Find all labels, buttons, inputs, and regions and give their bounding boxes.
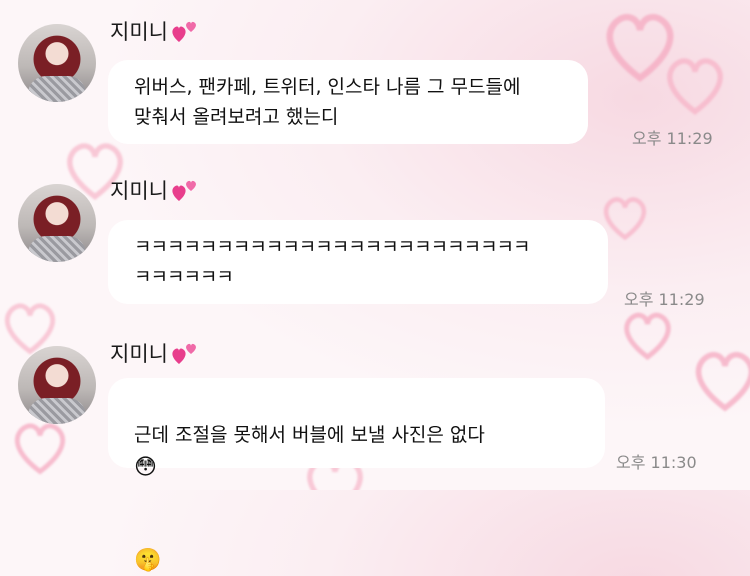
two-hearts-icon xyxy=(170,177,200,203)
heart-outline-icon xyxy=(620,310,675,361)
message-bubble[interactable]: 위버스, 팬카페, 트위터, 인스타 나름 그 무드들에 맞춰서 올려보려고 했… xyxy=(108,60,588,144)
message-bubble[interactable]: ㅋㅋㅋㅋㅋㅋㅋㅋㅋㅋㅋㅋㅋㅋㅋㅋㅋㅋㅋㅋㅋㅋㅋㅋ ㅋㅋㅋㅋㅋㅋ xyxy=(108,220,608,304)
avatar[interactable] xyxy=(18,184,96,262)
timestamp: 오후 11:29 xyxy=(632,129,713,148)
sender-name-label: 지미니 xyxy=(110,342,168,366)
heart-outline-icon xyxy=(660,55,730,116)
timestamp: 오후 11:29 xyxy=(624,290,705,309)
two-hearts-icon xyxy=(170,340,200,366)
avatar[interactable] xyxy=(18,24,96,102)
message-bubble[interactable]: 근데 조절을 못해서 버블에 보낼 사진은 없다 😳 🤫 xyxy=(108,378,605,573)
sender-name: 지미니 xyxy=(110,338,200,368)
sender-name: 지미니 xyxy=(110,16,200,46)
heart-outline-icon xyxy=(10,420,70,475)
heart-outline-icon xyxy=(690,335,750,425)
sender-name-label: 지미니 xyxy=(110,20,168,44)
timestamp: 오후 11:30 xyxy=(616,453,697,472)
heart-outline-icon xyxy=(600,195,650,241)
sender-name: 지미니 xyxy=(110,175,200,205)
shushing-face-emoji: 🤫 xyxy=(134,548,162,573)
sender-name-label: 지미니 xyxy=(110,179,168,203)
two-hearts-icon xyxy=(170,18,200,44)
flushed-face-emoji: 😳 xyxy=(134,455,157,480)
message-text: 근데 조절을 못해서 버블에 보낼 사진은 없다 xyxy=(134,424,485,446)
avatar[interactable] xyxy=(18,346,96,424)
